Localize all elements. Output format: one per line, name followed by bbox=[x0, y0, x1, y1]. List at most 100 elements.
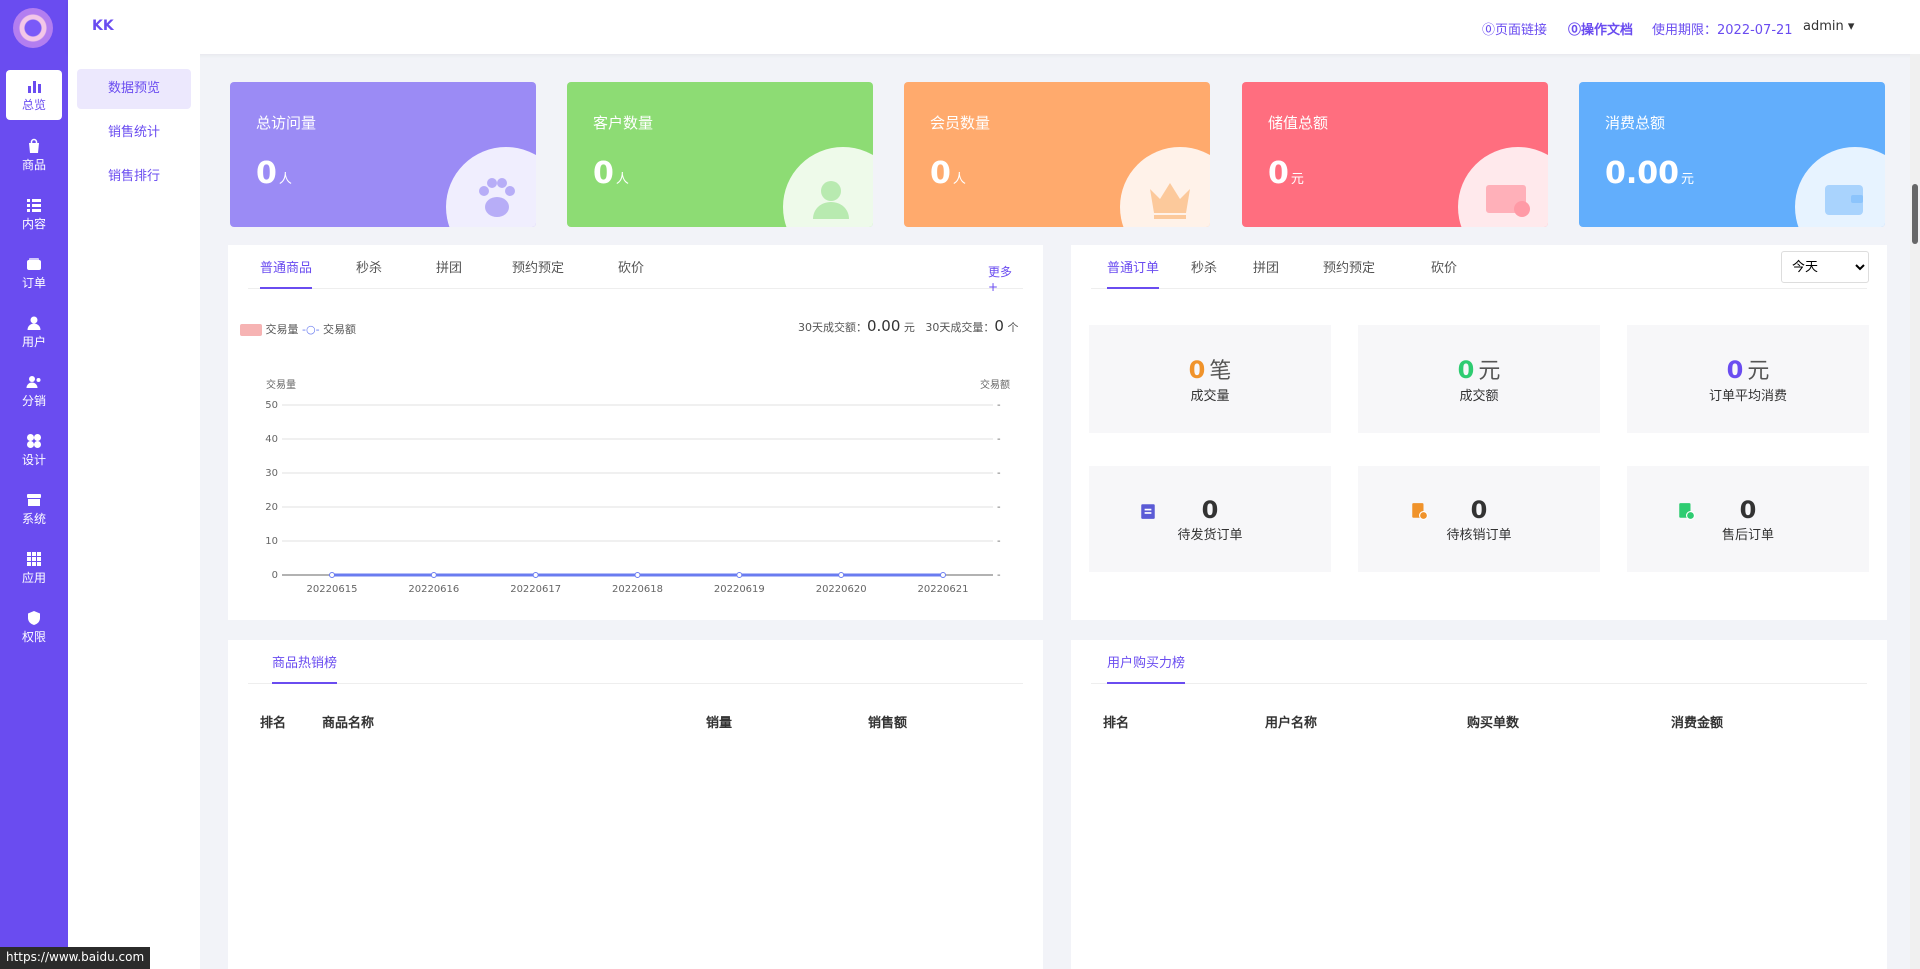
status-bar-url: https://www.baidu.com bbox=[0, 947, 151, 969]
tab-order-bargain[interactable]: 砍价 bbox=[1431, 257, 1457, 289]
y-tick-label: 30 bbox=[265, 468, 278, 479]
paw-icon bbox=[479, 178, 515, 217]
card-title: 总访问量 bbox=[256, 114, 317, 132]
card-value: 0人 bbox=[593, 156, 629, 191]
sidebar-item-system[interactable]: 系统 bbox=[6, 484, 62, 534]
x-tick-label: 20220620 bbox=[816, 584, 867, 595]
tab-bargain[interactable]: 砍价 bbox=[618, 257, 644, 289]
column-header: 用户名称 bbox=[1265, 716, 1318, 731]
legend-swatch-volume bbox=[240, 324, 262, 336]
stat-average: 0元 订单平均消费 bbox=[1627, 325, 1869, 433]
top-bar: KK ⓪页面链接 ⓪操作文档 使用期限：2022-07-21 admin ▾ bbox=[68, 0, 1920, 54]
card-value: 0人 bbox=[930, 156, 966, 191]
sidebar-item-label: 设计 bbox=[21, 453, 46, 467]
tab-order-group-buy[interactable]: 拼团 bbox=[1253, 257, 1279, 289]
column-header: 消费金额 bbox=[1671, 716, 1724, 731]
y2-axis-label: 交易额 bbox=[980, 378, 1010, 391]
tab-order-reservation[interactable]: 预约预定 bbox=[1323, 257, 1375, 289]
bar-chart-icon bbox=[28, 81, 41, 93]
tab-hot-goods[interactable]: 商品热销榜 bbox=[272, 652, 338, 684]
sub-nav: 数据预览 销售统计 销售排行 bbox=[68, 54, 200, 969]
store-icon bbox=[27, 494, 41, 506]
after-sales-orders[interactable]: 0 售后订单 bbox=[1627, 466, 1869, 572]
data-point bbox=[940, 572, 946, 578]
stat-card-stored: 储值总额 0元 bbox=[1242, 82, 1548, 227]
share-users-icon bbox=[26, 376, 41, 388]
docs-link[interactable]: ⓪操作文档 bbox=[1568, 19, 1633, 38]
sidebar-item-content[interactable]: 内容 bbox=[6, 189, 62, 239]
sidebar-item-label: 系统 bbox=[21, 512, 46, 526]
sidebar-item-label: 商品 bbox=[21, 158, 46, 172]
doc-check-icon bbox=[1679, 503, 1695, 520]
stat-card-members: 会员数量 0人 bbox=[904, 82, 1210, 227]
sidebar-item-distribution[interactable]: 分销 bbox=[6, 366, 62, 416]
pending-verification[interactable]: 0 待核销订单 bbox=[1358, 466, 1600, 572]
grid-icon bbox=[27, 552, 41, 566]
hot-goods-tabs: 商品热销榜 bbox=[248, 640, 1023, 684]
card-title: 储值总额 bbox=[1268, 114, 1329, 132]
sidebar-item-goods[interactable]: 商品 bbox=[6, 130, 62, 180]
sidebar-item-design[interactable]: 设计 bbox=[6, 425, 62, 475]
column-header: 排名 bbox=[260, 716, 287, 731]
tab-flash-sale[interactable]: 秒杀 bbox=[356, 257, 382, 289]
hot-goods-panel: 商品热销榜 排名 商品名称 销量 销售额 bbox=[228, 640, 1043, 969]
data-point bbox=[634, 572, 641, 578]
crown-icon bbox=[1150, 183, 1190, 219]
sidebar-item-users[interactable]: 用户 bbox=[6, 307, 62, 357]
user-menu[interactable]: admin ▾ bbox=[1803, 19, 1854, 34]
tab-normal-orders[interactable]: 普通订单 bbox=[1107, 257, 1160, 289]
y-tick-label: 40 bbox=[265, 434, 278, 445]
column-header: 商品名称 bbox=[322, 716, 375, 731]
y-tick-label: 50 bbox=[265, 400, 278, 411]
data-point bbox=[329, 572, 335, 578]
tab-normal-goods[interactable]: 普通商品 bbox=[260, 257, 313, 289]
user-ranking-panel: 用户购买力榜 排名 用户名称 购买单数 消费金额 bbox=[1071, 640, 1887, 969]
x-tick-label: 20220621 bbox=[918, 584, 969, 595]
sidebar-item-apps[interactable]: 应用 bbox=[6, 543, 62, 593]
tab-reservation[interactable]: 预约预定 bbox=[512, 257, 564, 289]
wallet-icon bbox=[27, 258, 41, 270]
tab-order-flash-sale[interactable]: 秒杀 bbox=[1191, 257, 1217, 289]
sidebar-item-label: 用户 bbox=[21, 335, 46, 349]
sidebar-item-label: 权限 bbox=[21, 630, 46, 644]
subnav-sales-stats[interactable]: 销售统计 bbox=[77, 113, 191, 153]
sidebar-item-overview[interactable]: 总览 bbox=[6, 70, 62, 120]
thirty-day-summary: 30天成交额：0.00 元 30天成交量：0 个 bbox=[798, 317, 1019, 335]
expiry-date: 使用期限：2022-07-21 bbox=[1652, 23, 1793, 38]
page-scrollbar[interactable] bbox=[1910, 54, 1920, 969]
y-tick-label: 0 bbox=[272, 570, 278, 581]
sidebar-item-label: 订单 bbox=[21, 276, 46, 290]
column-header: 销量 bbox=[706, 716, 733, 731]
x-tick-label: 20220618 bbox=[612, 584, 663, 595]
subnav-data-preview[interactable]: 数据预览 bbox=[77, 69, 191, 109]
goods-tabs: 普通商品 秒杀 拼团 预约预定 砍价 更多 + bbox=[248, 245, 1023, 294]
palette-icon bbox=[27, 434, 41, 448]
y2-tick-label: - bbox=[997, 400, 1001, 411]
users-icon bbox=[813, 181, 849, 219]
scrollbar-thumb[interactable] bbox=[1912, 184, 1918, 244]
main-sidebar: 总览 商品 内容 订单 用户 分销 设计 系统 应用 权限 bbox=[0, 0, 68, 969]
tab-group-buy[interactable]: 拼团 bbox=[436, 257, 462, 289]
user-ranking-tabs: 用户购买力榜 bbox=[1091, 640, 1867, 684]
sidebar-item-label: 总览 bbox=[21, 98, 46, 112]
y2-tick-label: - bbox=[997, 536, 1001, 547]
x-tick-label: 20220617 bbox=[510, 584, 561, 595]
card-icon bbox=[1486, 185, 1530, 217]
tab-user-ranking[interactable]: 用户购买力榜 bbox=[1107, 652, 1186, 684]
data-point bbox=[838, 572, 845, 578]
x-tick-label: 20220616 bbox=[408, 584, 459, 595]
wallet-icon bbox=[1825, 185, 1863, 215]
pending-shipment[interactable]: 0 待发货订单 bbox=[1089, 466, 1331, 572]
date-range-select[interactable]: 今天 bbox=[1781, 251, 1869, 283]
stat-card-customers: 客户数量 0人 bbox=[567, 82, 873, 227]
data-point bbox=[532, 572, 539, 578]
page-link-button[interactable]: ⓪页面链接 bbox=[1482, 19, 1547, 38]
sidebar-item-orders[interactable]: 订单 bbox=[6, 248, 62, 298]
subnav-sales-ranking[interactable]: 销售排行 bbox=[77, 157, 191, 197]
user-name: admin bbox=[1803, 19, 1844, 34]
y2-tick-label: - bbox=[997, 468, 1001, 479]
more-link[interactable]: 更多 + bbox=[988, 263, 1023, 295]
sidebar-item-permissions[interactable]: 权限 bbox=[6, 602, 62, 652]
app-logo bbox=[13, 8, 53, 48]
y-tick-label: 20 bbox=[265, 502, 278, 513]
